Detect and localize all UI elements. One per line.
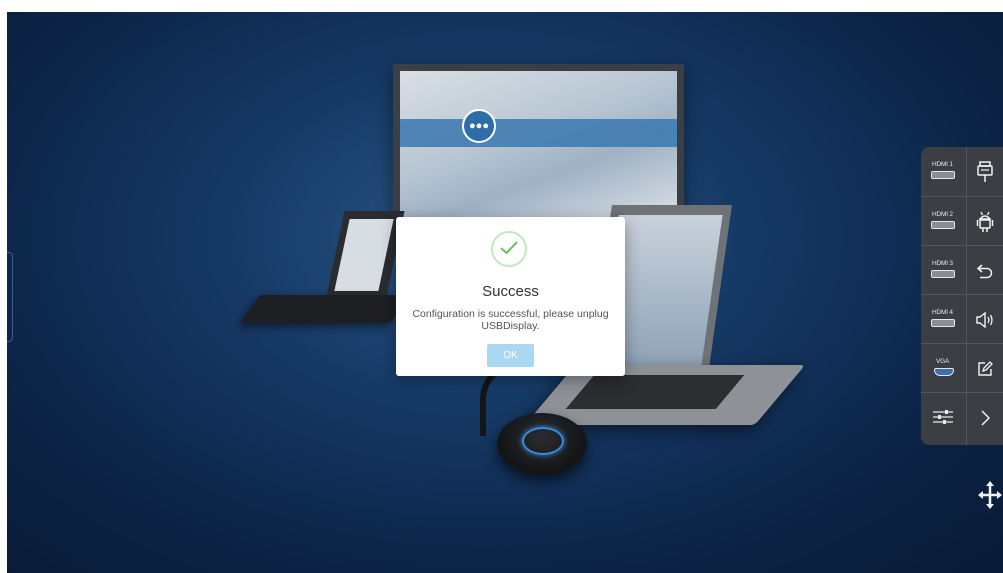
projector-button[interactable] [967,147,1003,196]
volume-button[interactable] [967,295,1003,344]
side-drawer-handle[interactable] [7,252,13,342]
hdmi-port-icon [931,319,955,327]
source-label: VGA [936,358,950,365]
checkmark-icon [491,231,527,267]
source-hdmi3-button[interactable]: HDMI 3 [921,246,966,295]
expand-button[interactable] [967,393,1003,442]
source-hdmi1-button[interactable]: HDMI 1 [921,147,966,196]
panel-row: HDMI 2 [921,196,1003,246]
volume-icon [976,311,993,328]
source-vga-button[interactable]: VGA [921,344,966,393]
move-arrows-icon[interactable] [977,480,1003,510]
ok-button[interactable]: OK [487,344,534,367]
settings-button[interactable] [921,393,966,442]
source-label: HDMI 1 [932,161,953,168]
panel-row: HDMI 3 [921,245,1003,295]
laptop-left-illustration [240,203,410,331]
source-label: HDMI 4 [932,309,953,316]
usb-dongle-illustration [497,413,587,475]
hdmi-port-icon [931,221,955,229]
android-button[interactable] [967,197,1003,246]
panel-row: HDMI 1 [921,147,1003,196]
vga-port-icon [934,368,954,376]
hdmi-port-icon [931,171,955,179]
panel-row [921,392,1003,442]
back-button[interactable] [967,246,1003,295]
android-icon [976,211,994,232]
hdmi-port-icon [931,270,955,278]
dialog-message: Configuration is successful, please unpl… [412,308,609,332]
source-panel: HDMI 1 HDMI 2 HDMI 3 HDMI 4 VGA [921,147,1003,445]
success-dialog: Success Configuration is successful, ple… [396,217,625,376]
projector-icon [977,160,993,182]
annotate-icon [978,360,993,376]
expand-icon [981,409,990,426]
source-hdmi2-button[interactable]: HDMI 2 [921,197,966,246]
annotate-button[interactable] [967,344,1003,393]
panel-row: HDMI 4 [921,294,1003,344]
dialog-title: Success [482,283,539,300]
settings-sliders-icon [933,410,953,424]
people-icon: ●●● [462,109,496,143]
source-label: HDMI 2 [932,211,953,218]
source-hdmi4-button[interactable]: HDMI 4 [921,295,966,344]
back-icon [977,263,993,278]
source-label: HDMI 3 [932,260,953,267]
panel-row: VGA [921,343,1003,393]
